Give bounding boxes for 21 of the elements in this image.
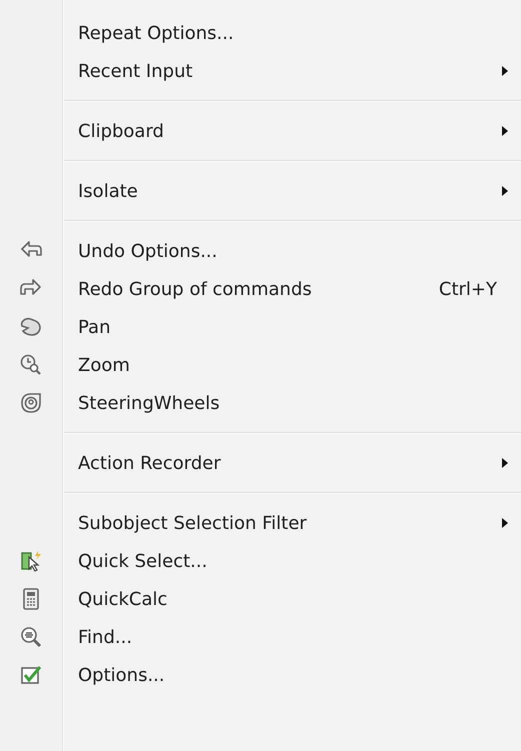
menu-item[interactable]: Undo Options... bbox=[78, 240, 218, 262]
menu-item[interactable]: Subobject Selection Filter bbox=[78, 512, 307, 534]
checkbox-tick-icon bbox=[19, 663, 43, 687]
menu-item[interactable]: Pan bbox=[78, 316, 110, 338]
menu-item[interactable]: Isolate bbox=[78, 180, 138, 202]
magnifier-icon bbox=[19, 625, 43, 649]
menu-item[interactable]: Options... bbox=[78, 664, 165, 686]
menu-item[interactable]: Action Recorder bbox=[78, 452, 221, 474]
menu-item[interactable]: Repeat Options... bbox=[78, 22, 234, 44]
menu-item[interactable]: Zoom bbox=[78, 354, 130, 376]
menu-item[interactable]: Quick Select... bbox=[78, 550, 208, 572]
cursor-select-icon bbox=[19, 549, 43, 573]
steering-wheel-icon bbox=[19, 391, 43, 415]
menu-item[interactable]: Clipboard bbox=[78, 120, 164, 142]
menu-item[interactable]: Redo Group of commands bbox=[78, 278, 312, 300]
menu-item[interactable]: SteeringWheels bbox=[78, 392, 220, 414]
menu-item[interactable]: Recent Input bbox=[78, 60, 193, 82]
menu-item[interactable]: QuickCalc bbox=[78, 588, 168, 610]
zoom-clock-icon bbox=[19, 353, 43, 377]
shortcut-text: Ctrl+Y bbox=[438, 278, 497, 300]
menu-item[interactable]: Find... bbox=[78, 626, 132, 648]
